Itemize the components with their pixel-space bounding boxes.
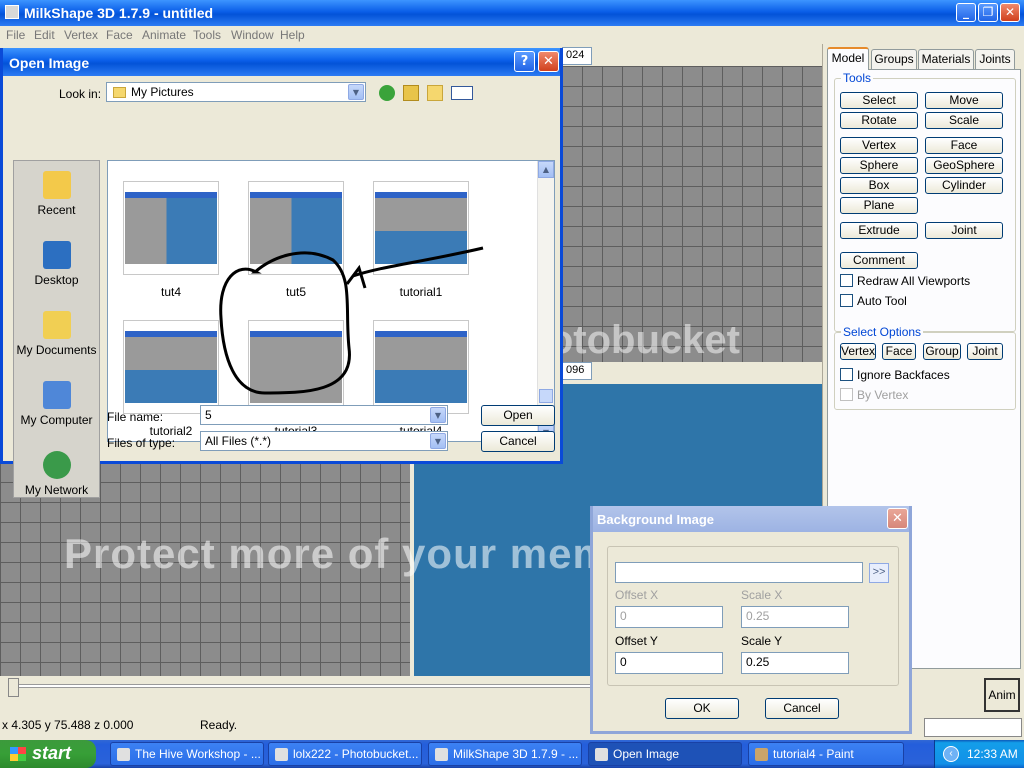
background-dialog-cancel-button[interactable]: Cancel bbox=[765, 698, 839, 719]
cylinder-button[interactable]: Cylinder bbox=[925, 177, 1003, 194]
auto-tool-checkbox[interactable]: Auto Tool bbox=[840, 294, 907, 308]
joint-button[interactable]: Joint bbox=[925, 222, 1003, 239]
vertex-button[interactable]: Vertex bbox=[840, 137, 918, 154]
geosphere-button[interactable]: GeoSphere bbox=[925, 157, 1003, 174]
tab-joints[interactable]: Joints bbox=[975, 49, 1015, 69]
task-photobucket[interactable]: lolx222 - Photobucket... bbox=[268, 742, 422, 766]
tab-materials[interactable]: Materials bbox=[918, 49, 974, 69]
scale-y-label: Scale Y bbox=[741, 634, 783, 648]
taskbar: start The Hive Workshop - ... lolx222 - … bbox=[0, 740, 1024, 768]
minimize-button[interactable]: _ bbox=[956, 3, 976, 22]
ignore-backfaces-checkbox[interactable]: Ignore Backfaces bbox=[840, 368, 950, 382]
tab-groups[interactable]: Groups bbox=[871, 49, 917, 69]
task-photobucket-label: lolx222 - Photobucket... bbox=[293, 747, 419, 761]
redraw-all-viewports-checkbox[interactable]: Redraw All Viewports bbox=[840, 274, 970, 288]
select-group-button[interactable]: Group bbox=[923, 343, 961, 360]
move-button[interactable]: Move bbox=[925, 92, 1003, 109]
place-my-network-label: My Network bbox=[24, 483, 89, 497]
task-hive-workshop[interactable]: The Hive Workshop - ... bbox=[110, 742, 264, 766]
scale-x-input[interactable]: 0.25 bbox=[741, 606, 849, 628]
ignore-backfaces-label: Ignore Backfaces bbox=[857, 368, 950, 382]
sphere-button[interactable]: Sphere bbox=[840, 157, 918, 174]
task-paint[interactable]: tutorial4 - Paint bbox=[748, 742, 904, 766]
offset-x-label: Offset X bbox=[615, 588, 659, 602]
task-milkshape[interactable]: MilkShape 3D 1.7.9 - ... bbox=[428, 742, 582, 766]
slider-thumb[interactable] bbox=[8, 678, 19, 697]
menu-face[interactable]: Face bbox=[106, 28, 133, 42]
task-paint-label: tutorial4 - Paint bbox=[773, 747, 854, 761]
start-label: start bbox=[32, 743, 72, 763]
background-image-dialog: Background Image ✕ >> Offset X Scale X 0… bbox=[590, 506, 912, 734]
browse-button[interactable]: >> bbox=[869, 563, 889, 583]
menu-edit[interactable]: Edit bbox=[34, 28, 55, 42]
offset-y-label: Offset Y bbox=[615, 634, 658, 648]
viewport-top-field: 024 bbox=[562, 47, 592, 65]
by-vertex-label: By Vertex bbox=[857, 388, 909, 402]
browser-icon bbox=[275, 748, 288, 761]
task-open-image-label: Open Image bbox=[613, 747, 680, 761]
tray-expand-icon[interactable]: ‹ bbox=[943, 746, 959, 762]
close-button[interactable]: ✕ bbox=[1000, 3, 1020, 22]
open-image-dialog: Open Image ? ✕ Look in: My Pictures ▼ Re… bbox=[0, 48, 563, 498]
task-hive-workshop-label: The Hive Workshop - ... bbox=[135, 747, 261, 761]
hand-drawn-annotation bbox=[219, 246, 484, 395]
anim-button[interactable]: Anim bbox=[984, 678, 1020, 712]
background-dialog-close-button[interactable]: ✕ bbox=[887, 508, 908, 529]
extrude-button[interactable]: Extrude bbox=[840, 222, 918, 239]
clock: 12:33 AM bbox=[967, 747, 1018, 761]
comment-button[interactable]: Comment bbox=[840, 252, 918, 269]
background-image-title: Background Image bbox=[597, 512, 715, 527]
select-options-title: Select Options bbox=[841, 325, 924, 339]
select-joint-button[interactable]: Joint bbox=[967, 343, 1003, 360]
ok-button[interactable]: OK bbox=[665, 698, 739, 719]
select-vertex-button[interactable]: Vertex bbox=[840, 343, 876, 360]
main-window-title: MilkShape 3D 1.7.9 - untitled bbox=[24, 5, 214, 21]
tools-title: Tools bbox=[841, 71, 874, 85]
menu-bar: File Edit Vertex Face Animate Tools Wind… bbox=[0, 26, 1024, 44]
browser-icon bbox=[117, 748, 130, 761]
background-image-title-bar[interactable]: Background Image ✕ bbox=[593, 506, 909, 532]
task-open-image[interactable]: Open Image bbox=[588, 742, 742, 766]
viewport-mid-field: 096 bbox=[562, 362, 592, 380]
offset-x-input[interactable]: 0 bbox=[615, 606, 723, 628]
image-path-input[interactable] bbox=[615, 562, 863, 583]
paint-icon bbox=[755, 748, 768, 761]
select-button[interactable]: Select bbox=[840, 92, 918, 109]
offset-y-input[interactable]: 0 bbox=[615, 652, 723, 674]
scale-x-label: Scale X bbox=[741, 588, 783, 602]
status-field bbox=[924, 718, 1022, 737]
menu-help[interactable]: Help bbox=[280, 28, 305, 42]
status-text: Ready. bbox=[200, 718, 238, 732]
menu-file[interactable]: File bbox=[6, 28, 25, 42]
redraw-all-viewports-label: Redraw All Viewports bbox=[857, 274, 971, 288]
task-milkshape-label: MilkShape 3D 1.7.9 - ... bbox=[453, 747, 579, 761]
scale-button[interactable]: Scale bbox=[925, 112, 1003, 129]
face-button[interactable]: Face bbox=[925, 137, 1003, 154]
menu-animate[interactable]: Animate bbox=[142, 28, 186, 42]
by-vertex-checkbox[interactable]: By Vertex bbox=[840, 388, 908, 402]
menu-tools[interactable]: Tools bbox=[193, 28, 221, 42]
scale-y-input[interactable]: 0.25 bbox=[741, 652, 849, 674]
app-icon bbox=[5, 5, 19, 19]
box-button[interactable]: Box bbox=[840, 177, 918, 194]
rotate-button[interactable]: Rotate bbox=[840, 112, 918, 129]
auto-tool-label: Auto Tool bbox=[857, 294, 907, 308]
milkshape-icon bbox=[435, 748, 448, 761]
system-tray: ‹ 12:33 AM bbox=[934, 740, 1024, 768]
tab-model[interactable]: Model bbox=[827, 47, 869, 70]
plane-button[interactable]: Plane bbox=[840, 197, 918, 214]
start-button[interactable]: start bbox=[0, 740, 96, 768]
status-coordinates: x 4.305 y 75.488 z 0.000 bbox=[2, 718, 134, 732]
menu-window[interactable]: Window bbox=[231, 28, 274, 42]
main-title-bar[interactable]: MilkShape 3D 1.7.9 - untitled _ ❐ ✕ bbox=[0, 0, 1024, 26]
milkshape-icon bbox=[595, 748, 608, 761]
menu-vertex[interactable]: Vertex bbox=[64, 28, 98, 42]
restore-button[interactable]: ❐ bbox=[978, 3, 998, 22]
select-face-button[interactable]: Face bbox=[882, 343, 916, 360]
windows-logo-icon bbox=[10, 747, 26, 761]
